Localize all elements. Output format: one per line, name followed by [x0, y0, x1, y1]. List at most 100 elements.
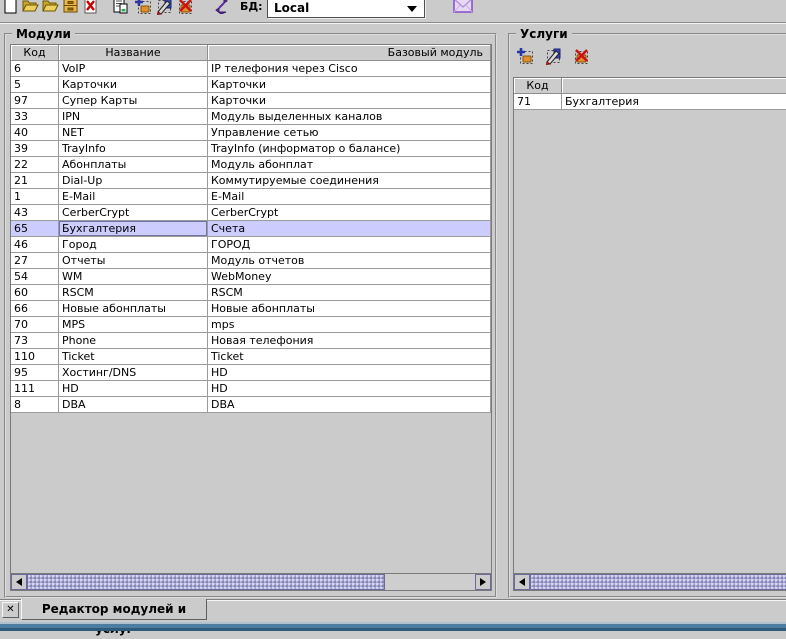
column-header-name[interactable]: Название	[59, 45, 208, 61]
table-cell[interactable]: 46	[11, 237, 59, 253]
service-delete-button[interactable]	[572, 47, 590, 65]
table-row[interactable]: 5КарточкиКарточки	[11, 77, 491, 93]
table-row[interactable]: 43CerberCryptCerberCrypt	[11, 205, 491, 221]
table-row[interactable]: 60RSCMRSCM	[11, 285, 491, 301]
table-cell[interactable]: Город	[59, 237, 208, 253]
edit-record-button[interactable]	[155, 0, 173, 15]
service-edit-button[interactable]	[544, 47, 562, 65]
table-row[interactable]: 22АбонплатыМодуль абонплат	[11, 157, 491, 173]
table-cell[interactable]: 6	[11, 61, 59, 77]
table-cell[interactable]: Абонплаты	[59, 157, 208, 173]
new-document-button[interactable]	[2, 0, 19, 14]
column-header-code[interactable]: Код	[11, 45, 59, 61]
table-cell[interactable]: Карточки	[208, 77, 491, 93]
table-cell[interactable]: IPN	[59, 109, 208, 125]
refresh-button[interactable]	[213, 0, 230, 14]
open-folder-button[interactable]	[22, 0, 39, 14]
table-cell[interactable]: 43	[11, 205, 59, 221]
table-row[interactable]: 39TrayInfoTrayInfo (информатор о балансе…	[11, 141, 491, 157]
table-cell[interactable]: Модуль выделенных каналов	[208, 109, 491, 125]
report-document-button[interactable]	[112, 0, 129, 14]
table-cell[interactable]: 65	[11, 221, 59, 237]
table-cell[interactable]: 71	[514, 94, 562, 110]
table-cell[interactable]: Счета	[208, 221, 491, 237]
table-cell[interactable]: Отчеты	[59, 253, 208, 269]
table-row[interactable]: 21Dial-UpКоммутируемые соединения	[11, 173, 491, 189]
table-row[interactable]: 65БухгалтерияСчета	[11, 221, 491, 237]
table-cell[interactable]: Ticket	[208, 349, 491, 365]
table-cell[interactable]: 5	[11, 77, 59, 93]
scroll-left-button[interactable]	[11, 574, 27, 590]
archive-drawers-button[interactable]	[62, 0, 79, 14]
table-cell[interactable]: E-Mail	[59, 189, 208, 205]
table-cell[interactable]: 66	[11, 301, 59, 317]
table-row[interactable]: 27ОтчетыМодуль отчетов	[11, 253, 491, 269]
table-cell[interactable]: DBA	[208, 397, 491, 413]
scrollbar-thumb[interactable]	[27, 574, 385, 590]
table-cell[interactable]: 40	[11, 125, 59, 141]
open-folder-alt-button[interactable]	[42, 0, 59, 14]
table-cell[interactable]: Новые абонплаты	[208, 301, 491, 317]
add-record-button[interactable]	[134, 0, 152, 15]
tab-module-service-editor[interactable]: Редактор модулей и услуг	[21, 599, 207, 620]
table-cell[interactable]: 97	[11, 93, 59, 109]
table-cell[interactable]: 73	[11, 333, 59, 349]
table-row[interactable]: 54WMWebMoney	[11, 269, 491, 285]
table-cell[interactable]: RSCM	[59, 285, 208, 301]
table-cell[interactable]: CerberCrypt	[208, 205, 491, 221]
table-row[interactable]: 97Супер КартыКарточки	[11, 93, 491, 109]
table-cell[interactable]: Dial-Up	[59, 173, 208, 189]
table-cell[interactable]: 1	[11, 189, 59, 205]
mail-button[interactable]	[453, 0, 473, 14]
table-row[interactable]: 46ГородГОРОД	[11, 237, 491, 253]
table-cell[interactable]: HD	[208, 381, 491, 397]
table-cell[interactable]: 110	[11, 349, 59, 365]
table-cell[interactable]: mps	[208, 317, 491, 333]
tab-close-button[interactable]: ✕	[2, 602, 19, 618]
table-cell[interactable]: IP телефония через Cisco	[208, 61, 491, 77]
table-cell[interactable]: 39	[11, 141, 59, 157]
table-row[interactable]: 111HDHD	[11, 381, 491, 397]
table-cell[interactable]: MPS	[59, 317, 208, 333]
table-cell[interactable]: DBA	[59, 397, 208, 413]
table-cell[interactable]: 70	[11, 317, 59, 333]
table-cell[interactable]: TrayInfo (информатор о балансе)	[208, 141, 491, 157]
table-cell[interactable]: Модуль отчетов	[208, 253, 491, 269]
table-cell[interactable]: 8	[11, 397, 59, 413]
scrollbar-thumb[interactable]	[530, 574, 786, 590]
table-cell[interactable]: 33	[11, 109, 59, 125]
column-header-code[interactable]: Код	[514, 78, 562, 94]
table-cell[interactable]: Карточки	[59, 77, 208, 93]
table-row[interactable]: 66Новые абонплатыНовые абонплаты	[11, 301, 491, 317]
table-cell[interactable]: Коммутируемые соединения	[208, 173, 491, 189]
table-cell[interactable]: HD	[59, 381, 208, 397]
table-row[interactable]: 8DBADBA	[11, 397, 491, 413]
table-cell[interactable]: Управление сетью	[208, 125, 491, 141]
table-row[interactable]: 6VoIPIP телефония через Cisco	[11, 61, 491, 77]
table-cell[interactable]: 60	[11, 285, 59, 301]
table-row[interactable]: 71Бухгалтерия	[514, 94, 786, 110]
table-cell[interactable]: Новая телефония	[208, 333, 491, 349]
table-cell[interactable]: RSCM	[208, 285, 491, 301]
db-select[interactable]: Local	[267, 0, 425, 18]
table-cell[interactable]: 111	[11, 381, 59, 397]
table-cell[interactable]: Бухгалтерия	[562, 94, 786, 110]
table-cell[interactable]: 95	[11, 365, 59, 381]
table-row[interactable]: 40NETУправление сетью	[11, 125, 491, 141]
table-row[interactable]: 33IPNМодуль выделенных каналов	[11, 109, 491, 125]
service-add-button[interactable]	[516, 47, 534, 65]
scroll-left-button[interactable]	[514, 574, 530, 590]
table-cell[interactable]: Новые абонплаты	[59, 301, 208, 317]
delete-record-button[interactable]	[176, 0, 194, 15]
column-header-base-module[interactable]: Базовый модуль	[208, 45, 491, 61]
table-cell[interactable]: Хостинг/DNS	[59, 365, 208, 381]
table-cell[interactable]: TrayInfo	[59, 141, 208, 157]
table-row[interactable]: 70MPSmps	[11, 317, 491, 333]
delete-document-button[interactable]	[82, 0, 99, 14]
table-row[interactable]: 73PhoneНовая телефония	[11, 333, 491, 349]
table-row[interactable]: 95Хостинг/DNSHD	[11, 365, 491, 381]
table-cell[interactable]: Модуль абонплат	[208, 157, 491, 173]
scroll-right-button[interactable]	[475, 574, 491, 590]
table-cell[interactable]: WebMoney	[208, 269, 491, 285]
table-cell[interactable]: Ticket	[59, 349, 208, 365]
